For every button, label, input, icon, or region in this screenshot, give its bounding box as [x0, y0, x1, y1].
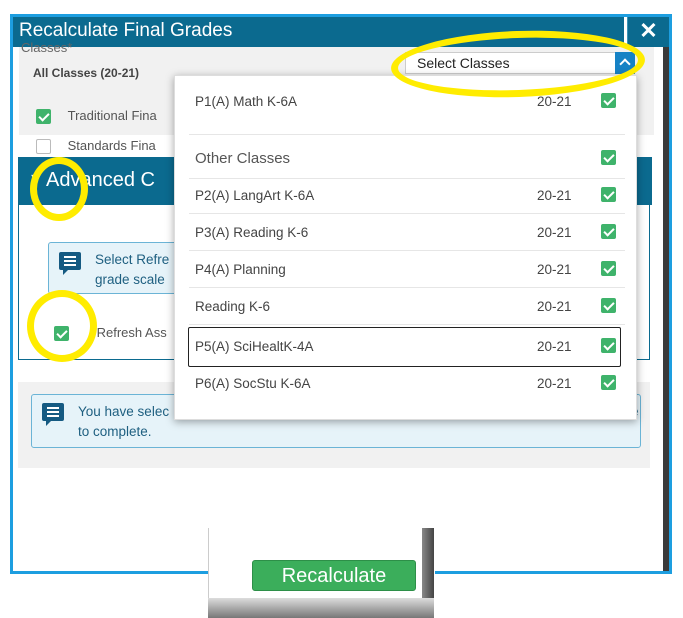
- divider: [189, 324, 625, 325]
- modal-title: Recalculate Final Grades: [19, 20, 233, 41]
- close-button[interactable]: ✕: [627, 17, 669, 47]
- annotation-circle: [30, 157, 88, 221]
- item-checkbox[interactable]: [601, 93, 616, 108]
- message-icon: [42, 403, 64, 426]
- item-checkbox[interactable]: [601, 298, 616, 313]
- item-checkbox[interactable]: [601, 261, 616, 276]
- class-row-label: Traditional Fina: [67, 108, 157, 123]
- annotation-circle: [27, 290, 97, 362]
- dropdown-item[interactable]: P2(A) LangArt K-6A 20-21: [175, 177, 636, 213]
- item-checkbox[interactable]: [601, 187, 616, 202]
- standards-checkbox[interactable]: [36, 139, 51, 155]
- info-text-line2: grade scale: [95, 272, 165, 287]
- dropdown-item[interactable]: P3(A) Reading K-6 20-21: [175, 214, 636, 250]
- class-row-label: Standards Fina: [67, 138, 156, 153]
- summary-text-line1: You have selec: [78, 404, 170, 419]
- traditional-checkbox[interactable]: [36, 109, 51, 125]
- classes-label: Classes*: [21, 40, 73, 55]
- item-checkbox[interactable]: [601, 224, 616, 239]
- close-icon: ✕: [639, 18, 658, 43]
- advanced-info-box: Select Refre grade scale: [48, 242, 188, 294]
- selected-item-outline: [188, 327, 621, 367]
- footer-shadow-bottom: [208, 598, 434, 618]
- refresh-label: Refresh Ass: [96, 325, 167, 340]
- dropdown-item[interactable]: Reading K-6 20-21: [175, 288, 636, 324]
- message-icon: [59, 252, 81, 275]
- group-checkbox[interactable]: [601, 150, 616, 165]
- all-classes-label: All Classes (20-21): [33, 66, 140, 80]
- class-row-traditional[interactable]: Traditional Fina: [21, 108, 157, 130]
- scrollbar[interactable]: [663, 47, 669, 571]
- dropdown-item[interactable]: P6(A) SocStu K-6A 20-21: [175, 365, 636, 401]
- item-checkbox[interactable]: [601, 375, 616, 390]
- dropdown-item[interactable]: P4(A) Planning 20-21: [175, 251, 636, 287]
- recalculate-button[interactable]: Recalculate: [252, 560, 416, 591]
- other-classes-group-label: Other Classes: [195, 150, 291, 167]
- info-text-line1: Select Refre: [95, 252, 170, 267]
- divider: [189, 134, 625, 135]
- summary-text-line2: to complete.: [78, 424, 152, 439]
- classes-dropdown-menu: P1(A) Math K-6A 20-21 Other Classes P2(A…: [174, 75, 637, 420]
